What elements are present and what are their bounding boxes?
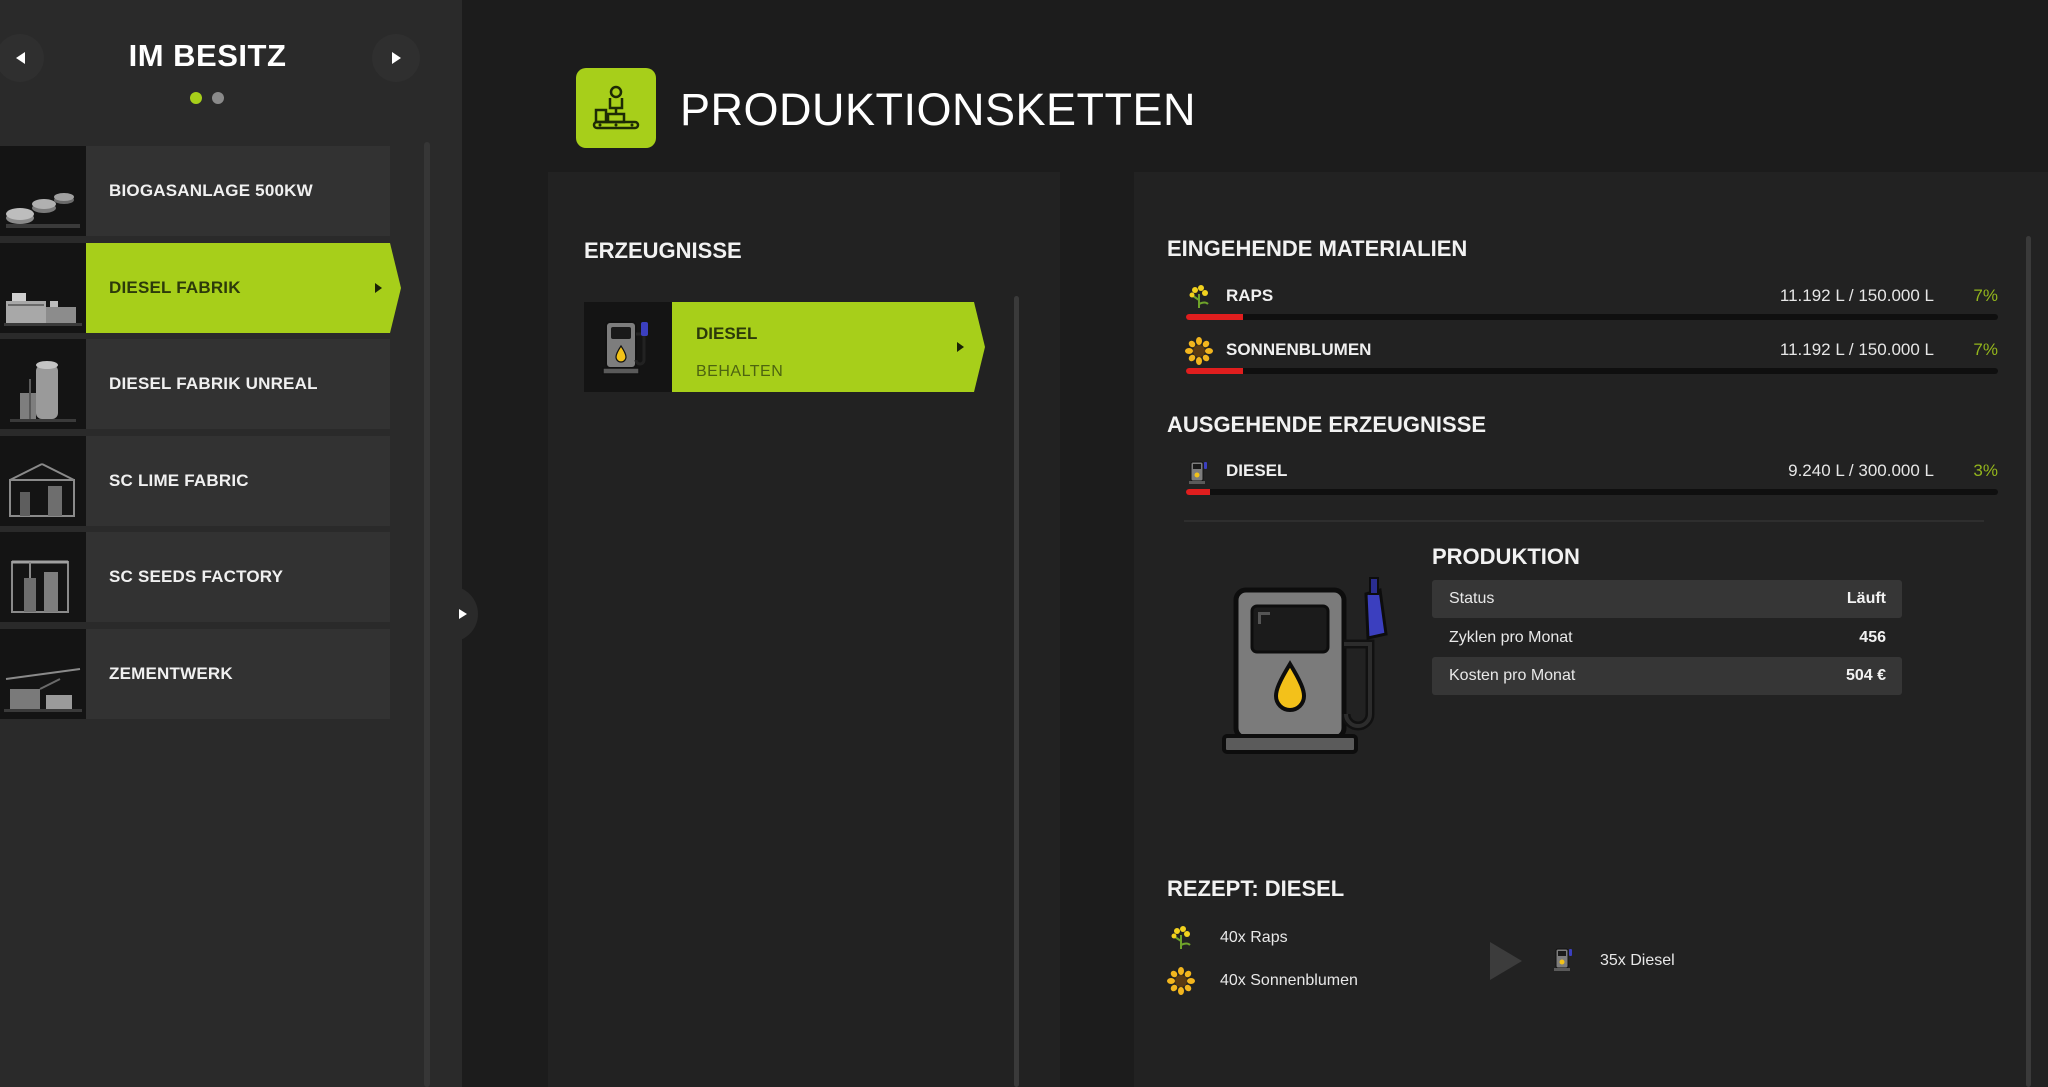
arrow-right-icon — [459, 609, 467, 619]
production-list: BIOGASANLAGE 500KW DIESEL FABRIK DIESEL … — [0, 146, 401, 725]
recipe-output-text: 35x Diesel — [1600, 952, 1675, 969]
production-row-value: Läuft — [1846, 590, 1886, 607]
production-item-zementwerk[interactable]: ZEMENTWERK — [0, 628, 390, 719]
material-percent: 7% — [1973, 340, 1998, 359]
recipe-input-raps: 40x Raps — [1166, 920, 1288, 956]
material-percent: 3% — [1973, 461, 1998, 480]
selection-tip — [974, 302, 985, 392]
sidebar-scrollbar[interactable] — [424, 142, 430, 1087]
owned-sidebar: IM BESITZ BIOGASANLAGE 500KW DIESEL FABR… — [0, 0, 462, 1087]
material-fill-bar — [1186, 314, 1998, 320]
production-row-label: Zyklen pro Monat — [1449, 628, 1573, 646]
page-indicator — [190, 92, 224, 104]
material-name: SONNENBLUMEN — [1226, 340, 1372, 359]
play-arrow-icon — [1490, 942, 1522, 980]
production-heading: PRODUKTION — [1432, 544, 1580, 569]
page-dot-2[interactable] — [212, 92, 224, 104]
production-item-diesel-fabrik-unreal[interactable]: DIESEL FABRIK UNREAL — [0, 339, 390, 429]
product-item-diesel[interactable]: DIESEL BEHALTEN — [584, 302, 985, 392]
incoming-material-raps: RAPS 11.192 L / 150.000 L 7% — [1184, 280, 1998, 324]
seeds-factory-thumbnail — [0, 532, 86, 622]
material-fill-level — [1186, 314, 1243, 320]
product-distribution-mode: BEHALTEN — [696, 363, 784, 380]
products-heading: ERZEUGNISSE — [584, 238, 742, 263]
recipe-heading: REZEPT: DIESEL — [1167, 876, 1345, 901]
recipe-input-text: 40x Raps — [1220, 929, 1288, 946]
material-fill-level — [1186, 368, 1243, 374]
cement-plant-thumbnail — [0, 628, 86, 719]
fuel-pump-icon — [584, 302, 672, 392]
outgoing-product-diesel: DIESEL 9.240 L / 300.000 L 3% — [1184, 455, 1998, 499]
page-dot-1[interactable] — [190, 92, 202, 104]
recipe-input-sonnenblumen: 40x Sonnenblumen — [1166, 963, 1358, 999]
material-amount: 9.240 L / 300.000 L — [1788, 461, 1934, 480]
material-percent: 7% — [1973, 286, 1998, 305]
products-panel: ERZEUGNISSE DIESEL BEHALTEN — [548, 172, 1060, 1087]
material-amount: 11.192 L / 150.000 L — [1779, 340, 1934, 359]
production-item-sc-lime-fabric[interactable]: SC LIME FABRIC — [0, 435, 390, 526]
biogas-plant-thumbnail — [0, 146, 86, 236]
production-item-biogasanlage[interactable]: BIOGASANLAGE 500KW — [0, 146, 390, 236]
details-scrollbar[interactable] — [2026, 236, 2031, 1087]
production-item-diesel-fabrik[interactable]: DIESEL FABRIK — [0, 242, 401, 333]
sidebar-collapse-button[interactable] — [448, 586, 478, 642]
material-amount: 11.192 L / 150.000 L — [1779, 286, 1934, 305]
production-row-costs: Kosten pro Monat 504 € — [1432, 657, 1902, 695]
material-name: DIESEL — [1226, 461, 1288, 480]
outgoing-products-heading: AUSGEHENDE ERZEUGNISSE — [1167, 412, 1487, 437]
production-row-cycles: Zyklen pro Monat 456 — [1432, 619, 1902, 657]
production-item-label: DIESEL FABRIK — [109, 277, 241, 297]
production-row-label: Status — [1449, 590, 1495, 607]
production-item-label: ZEMENTWERK — [109, 663, 233, 683]
page-title: PRODUKTIONSKETTEN — [680, 84, 1197, 135]
incoming-material-sonnenblumen: SONNENBLUMEN 11.192 L / 150.000 L 7% — [1184, 334, 1998, 378]
details-panel: EINGEHENDE MATERIALIEN RAPS 11.192 L / 1… — [1134, 172, 2048, 1087]
canola-icon — [1184, 282, 1214, 312]
fuel-pump-icon — [1210, 564, 1412, 764]
diesel-factory-thumbnail — [0, 242, 86, 333]
diesel-unreal-thumbnail — [0, 339, 86, 429]
sunflower-icon — [1184, 336, 1214, 366]
arrow-right-icon — [391, 52, 401, 64]
selected-product-highlight: DIESEL BEHALTEN — [672, 302, 974, 392]
production-item-label: SC LIME FABRIC — [109, 470, 249, 490]
selection-tip — [390, 242, 401, 333]
production-item-label: DIESEL FABRIK UNREAL — [109, 374, 318, 393]
next-page-button[interactable] — [372, 34, 420, 82]
production-chain-icon — [576, 68, 656, 148]
lime-fabric-thumbnail — [0, 435, 86, 526]
recipe-output-diesel: 35x Diesel — [1552, 943, 1675, 979]
section-divider — [1184, 520, 1984, 522]
production-row-status: Status Läuft — [1432, 580, 1902, 618]
production-item-sc-seeds-factory[interactable]: SC SEEDS FACTORY — [0, 532, 390, 622]
selected-item-highlight: DIESEL FABRIK — [86, 242, 401, 333]
material-fill-bar — [1186, 489, 1998, 495]
incoming-materials-heading: EINGEHENDE MATERIALIEN — [1167, 236, 1468, 261]
product-name: DIESEL — [696, 324, 758, 343]
chevron-right-icon — [375, 282, 382, 293]
material-fill-bar — [1186, 368, 1998, 374]
recipe-input-text: 40x Sonnenblumen — [1220, 972, 1358, 989]
material-name: RAPS — [1226, 286, 1274, 305]
production-row-label: Kosten pro Monat — [1449, 667, 1576, 684]
sidebar-header: IM BESITZ — [0, 0, 430, 140]
production-row-value: 504 € — [1845, 667, 1886, 684]
canola-icon — [1166, 923, 1196, 953]
sidebar-title: IM BESITZ — [128, 38, 287, 73]
sunflower-icon — [1166, 966, 1196, 996]
production-stats-table: Status Läuft Zyklen pro Monat 456 Kosten… — [1432, 580, 1902, 696]
diesel-icon — [1552, 946, 1576, 977]
diesel-icon — [1184, 457, 1214, 487]
products-scrollbar[interactable] — [1014, 296, 1019, 1087]
production-item-label: SC SEEDS FACTORY — [109, 567, 284, 586]
chevron-right-icon — [957, 342, 964, 352]
material-fill-level — [1186, 489, 1211, 495]
production-row-value: 456 — [1859, 628, 1886, 646]
production-item-label: BIOGASANLAGE 500KW — [109, 181, 313, 200]
